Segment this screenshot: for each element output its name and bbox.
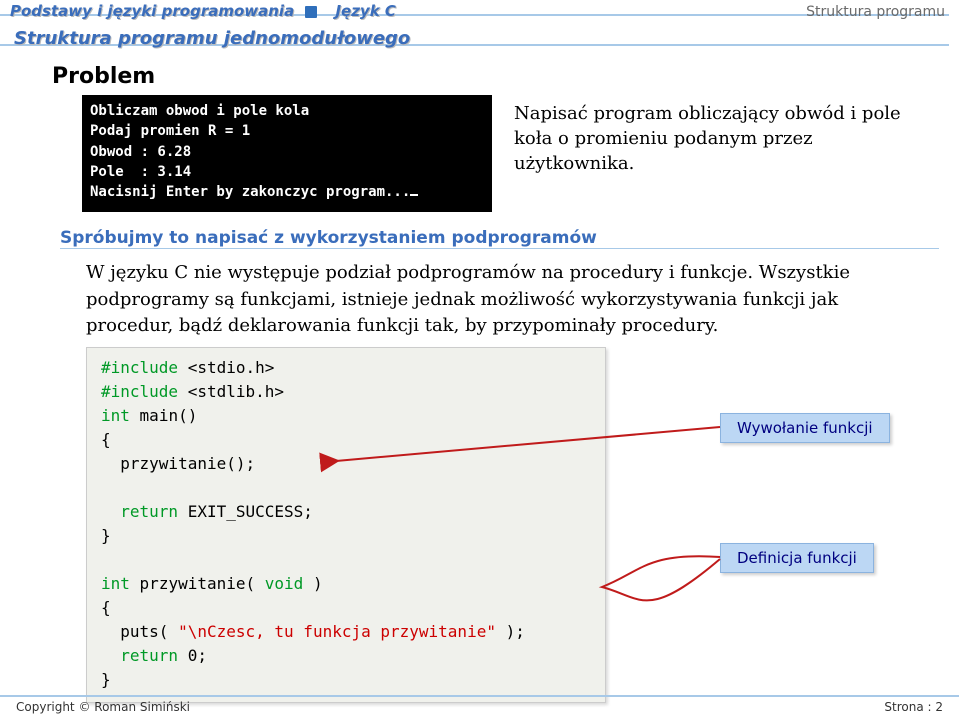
callout-function-definition: Definicja funkcji <box>720 543 874 573</box>
breadcrumb-level1: Podstawy i języki programowania <box>10 2 317 20</box>
code-token: int <box>101 574 130 593</box>
section-heading: Spróbujmy to napisać z wykorzystaniem po… <box>60 228 605 248</box>
breadcrumb-level2: Język C <box>335 2 395 20</box>
footer-copyright: Copyright © Roman Simiński <box>16 700 190 714</box>
subtitle-row: Struktura programu jednomodułowego <box>0 24 959 52</box>
code-token: <stdio.h> <box>188 358 275 377</box>
console-line: Pole : 3.14 <box>90 162 484 182</box>
code-line: return EXIT_SUCCESS; <box>101 500 595 524</box>
code-token: ); <box>506 622 525 641</box>
console-line: Nacisnij Enter by zakonczyc program... <box>90 182 484 202</box>
code-token: return <box>101 646 178 665</box>
code-token: EXIT_SUCCESS; <box>188 502 313 521</box>
code-area: #include <stdio.h> #include <stdlib.h> i… <box>86 347 939 703</box>
code-line <box>101 476 595 500</box>
code-token: 0; <box>188 646 207 665</box>
code-line: int przywitanie( void ) <box>101 572 595 596</box>
code-line: } <box>101 524 595 548</box>
code-line: { <box>101 596 595 620</box>
breadcrumb: Podstawy i języki programowania Język C <box>10 2 396 20</box>
callout-function-call: Wywołanie funkcji <box>720 413 890 443</box>
cursor-icon <box>410 194 418 196</box>
code-line: return 0; <box>101 644 595 668</box>
code-token: "\nCzesc, tu funkcja przywitanie" <box>178 622 496 641</box>
code-token: return <box>101 502 178 521</box>
code-token: ) <box>313 574 323 593</box>
code-token: main() <box>140 406 198 425</box>
code-token: int <box>101 406 130 425</box>
code-line: #include <stdio.h> <box>101 356 595 380</box>
code-line <box>101 548 595 572</box>
code-line: #include <stdlib.h> <box>101 380 595 404</box>
code-token: #include <box>101 358 178 377</box>
header-context: Struktura programu <box>806 4 945 20</box>
code-line: } <box>101 668 595 692</box>
code-listing: #include <stdio.h> #include <stdlib.h> i… <box>86 347 606 703</box>
body-paragraph: W języku C nie występuje podział podprog… <box>86 260 929 338</box>
code-token: przywitanie( <box>140 574 256 593</box>
section-title: Problem <box>52 64 959 89</box>
section-heading-row: Spróbujmy to napisać z wykorzystaniem po… <box>0 230 959 254</box>
header-row: Podstawy i języki programowania Język C … <box>0 0 959 24</box>
problem-description: Napisać program obliczający obwód i pole… <box>514 95 929 177</box>
code-token: void <box>265 574 304 593</box>
footer-page: Strona : 2 <box>884 700 943 714</box>
code-line: int main() <box>101 404 595 428</box>
section-divider <box>60 248 939 249</box>
code-token: <stdlib.h> <box>188 382 284 401</box>
console-line: Podaj promien R = 1 <box>90 121 484 141</box>
console-line: Obwod : 6.28 <box>90 142 484 162</box>
footer: Copyright © Roman Simiński Strona : 2 <box>0 695 959 714</box>
console-line-text: Nacisnij Enter by zakonczyc program... <box>90 184 410 200</box>
page-subtitle: Struktura programu jednomodułowego <box>14 28 410 49</box>
code-token: #include <box>101 382 178 401</box>
code-token: puts( <box>101 622 168 641</box>
code-line: puts( "\nCzesc, tu funkcja przywitanie" … <box>101 620 595 644</box>
brace-icon <box>602 556 720 600</box>
problem-row: Obliczam obwod i pole kola Podaj promien… <box>82 95 929 212</box>
code-line: { <box>101 428 595 452</box>
code-line: przywitanie(); <box>101 452 595 476</box>
console-line: Obliczam obwod i pole kola <box>90 101 484 121</box>
breadcrumb-level1-label: Podstawy i języki programowania <box>10 2 294 20</box>
console-output: Obliczam obwod i pole kola Podaj promien… <box>82 95 492 212</box>
breadcrumb-bullet-icon <box>305 6 317 18</box>
